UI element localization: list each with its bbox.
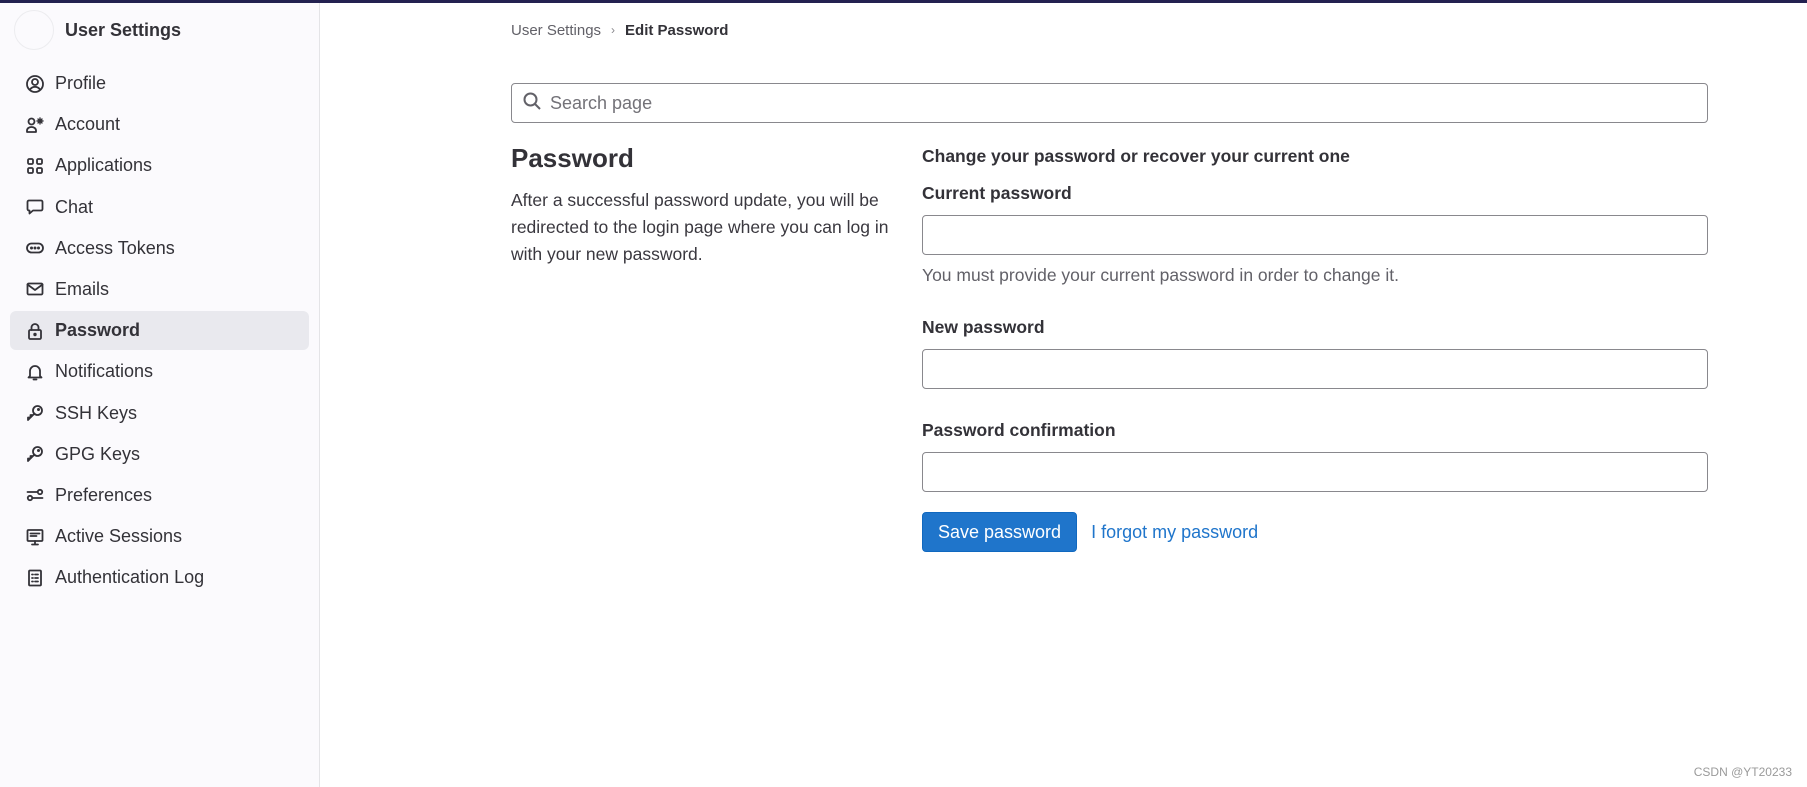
breadcrumb-current: Edit Password: [625, 21, 729, 39]
new-password-field[interactable]: [922, 349, 1708, 389]
sidebar-item-label: Chat: [55, 196, 94, 217]
lock-icon: [24, 320, 46, 342]
section-description: After a successful password update, you …: [511, 190, 889, 264]
current-password-label: Current password: [922, 183, 1072, 203]
password-confirmation-label: Password confirmation: [922, 420, 1116, 440]
sidebar-item-chat[interactable]: Chat: [10, 188, 309, 227]
sidebar-item-label: Applications: [55, 155, 153, 176]
chat-icon: [24, 196, 46, 218]
sidebar-item-label: Preferences: [55, 484, 153, 505]
bell-icon: [24, 361, 46, 383]
sidebar-item-active-sessions[interactable]: Active Sessions: [10, 517, 309, 556]
monitor-icon: [24, 526, 46, 548]
password-confirmation-group: Password confirmation: [922, 419, 1708, 492]
mail-icon: [24, 278, 46, 300]
avatar[interactable]: [14, 10, 54, 50]
chevron-right-icon: ›: [611, 23, 616, 37]
sidebar-item-label: Access Tokens: [55, 237, 175, 258]
password-form: Change your password or recover your cur…: [922, 143, 1708, 552]
sidebar-item-authentication-log[interactable]: Authentication Log: [10, 558, 309, 597]
breadcrumb-user-settings[interactable]: User Settings: [511, 22, 601, 39]
new-password-label: New password: [922, 317, 1045, 337]
sidebar-item-label: Notifications: [55, 361, 154, 382]
sidebar-item-applications[interactable]: Applications: [10, 146, 309, 185]
applications-icon: [24, 155, 46, 177]
new-password-group: New password: [922, 316, 1708, 389]
sidebar-item-preferences[interactable]: Preferences: [10, 476, 309, 515]
password-confirmation-field[interactable]: [922, 452, 1708, 492]
sidebar-title: User Settings: [65, 19, 182, 40]
log-icon: [24, 567, 46, 589]
sidebar-item-label: Authentication Log: [55, 567, 205, 588]
key-icon: [24, 402, 46, 424]
section-title: Password: [511, 143, 634, 173]
sidebar-nav: Profile Account Applications Chat Access…: [0, 57, 319, 597]
sidebar-item-label: Profile: [55, 73, 107, 93]
current-password-field[interactable]: [922, 215, 1708, 255]
watermark: CSDN @YT20233: [1693, 765, 1792, 779]
search-input[interactable]: [550, 92, 1650, 114]
sidebar-item-label: Account: [55, 114, 121, 135]
form-subheading: Change your password or recover your cur…: [922, 146, 1350, 166]
token-icon: [24, 237, 46, 259]
search-icon: [522, 91, 542, 116]
sidebar-item-account[interactable]: Account: [10, 105, 309, 144]
sidebar-item-ssh-keys[interactable]: SSH Keys: [10, 394, 309, 433]
preferences-icon: [24, 484, 46, 506]
account-icon: [24, 114, 46, 136]
sidebar-header: User Settings: [0, 3, 319, 57]
sidebar-item-label: SSH Keys: [55, 402, 138, 423]
current-password-help: You must provide your current password i…: [922, 265, 1399, 285]
form-actions: Save password I forgot my password: [922, 512, 1708, 552]
sidebar-item-gpg-keys[interactable]: GPG Keys: [10, 435, 309, 474]
main-content: User Settings › Edit Password Password A…: [511, 3, 1708, 552]
current-password-group: Current password You must provide your c…: [922, 182, 1708, 286]
breadcrumb: User Settings › Edit Password: [511, 3, 1708, 61]
sidebar-item-profile[interactable]: Profile: [10, 64, 309, 103]
key-icon: [24, 443, 46, 465]
sidebar-item-access-tokens[interactable]: Access Tokens: [10, 229, 309, 268]
sidebar-item-label: Active Sessions: [55, 526, 183, 547]
profile-icon: [24, 73, 46, 95]
forgot-password-link[interactable]: I forgot my password: [1091, 522, 1258, 543]
sidebar-item-notifications[interactable]: Notifications: [10, 352, 309, 391]
sidebar: User Settings Profile Account Applicatio…: [0, 3, 320, 787]
section-info: Password After a successful password upd…: [511, 143, 891, 268]
sidebar-item-label: GPG Keys: [55, 443, 141, 464]
save-password-button[interactable]: Save password: [922, 512, 1078, 552]
sidebar-item-emails[interactable]: Emails: [10, 270, 309, 309]
search-box[interactable]: [511, 83, 1708, 123]
sidebar-item-password[interactable]: Password: [10, 311, 309, 351]
sidebar-item-label: Emails: [55, 278, 110, 299]
sidebar-item-label: Password: [55, 320, 141, 341]
